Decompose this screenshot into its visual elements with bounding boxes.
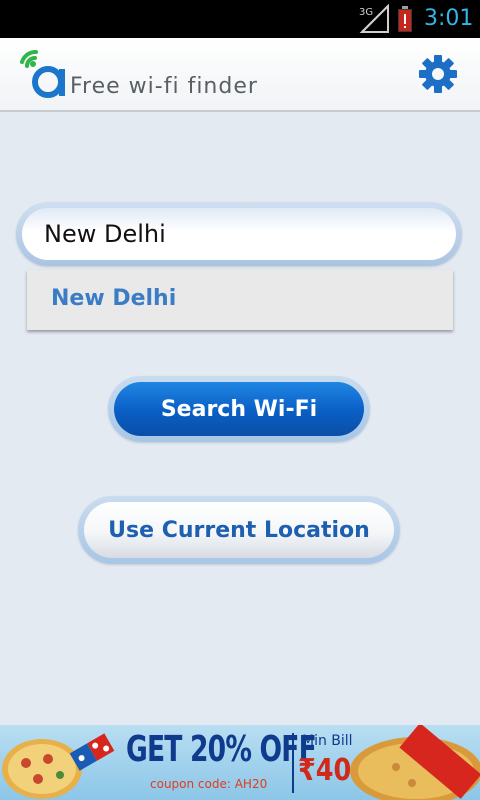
app-title: Free wi-fi finder <box>70 74 258 99</box>
battery-icon <box>398 6 412 32</box>
dominos-logo-icon <box>70 733 115 771</box>
gear-icon[interactable] <box>418 54 458 94</box>
signal-3g-icon: 3G <box>359 4 389 33</box>
use-location-button-frame: Use Current Location <box>78 496 400 564</box>
location-search-input[interactable] <box>22 208 456 260</box>
autocomplete-suggestion[interactable]: New Delhi <box>27 270 453 330</box>
ad-coupon-code: coupon code: AH20 <box>150 777 268 791</box>
use-current-location-button[interactable]: Use Current Location <box>84 502 394 558</box>
app-header: Free wi-fi finder <box>0 38 480 112</box>
clock: 3:01 <box>424 6 474 31</box>
svg-text:3G: 3G <box>359 7 373 18</box>
ad-banner[interactable]: GET 20% OFF coupon code: AH20 Min Bill ₹… <box>0 725 480 800</box>
search-wifi-button[interactable]: Search Wi-Fi <box>114 382 364 436</box>
status-bar: 3G 3:01 <box>0 0 480 38</box>
ad-divider <box>292 733 294 793</box>
wifi-a-logo-icon <box>20 50 65 98</box>
search-field-frame <box>16 202 462 266</box>
ad-headline: GET 20% OFF <box>126 729 317 770</box>
search-wifi-button-frame: Search Wi-Fi <box>108 376 370 442</box>
ad-min-bill-label: Min Bill <box>302 733 353 749</box>
suggestion-label: New Delhi <box>51 286 177 311</box>
